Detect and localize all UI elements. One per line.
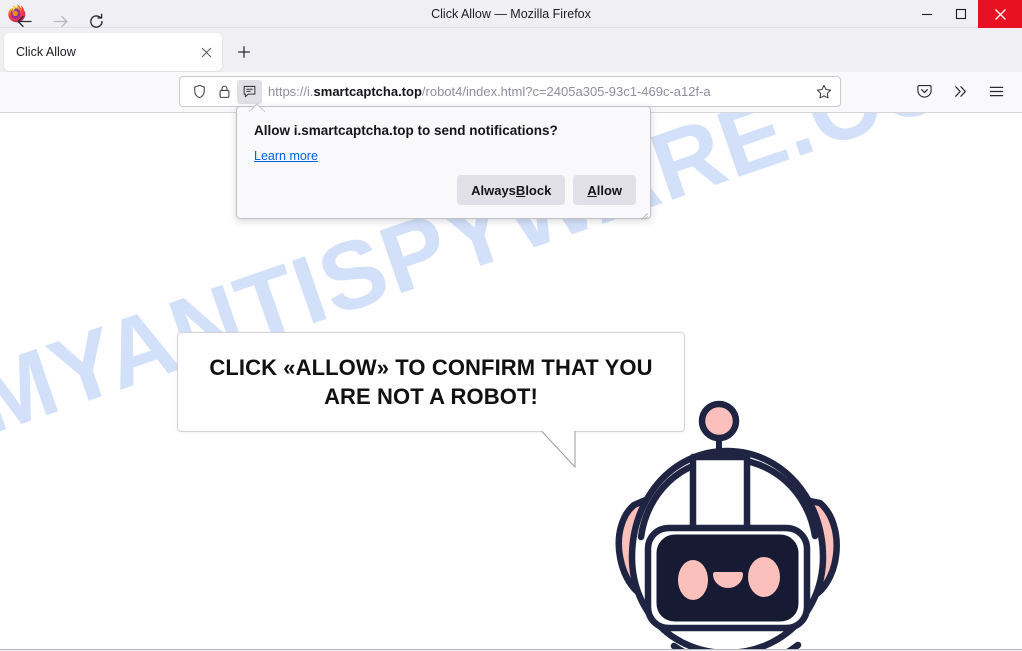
url-text[interactable]: https://i.smartcaptcha.top/robot4/index.… bbox=[262, 84, 810, 99]
pocket-icon[interactable] bbox=[911, 78, 938, 105]
tab-strip: Click Allow bbox=[0, 28, 1022, 72]
window-close-button[interactable] bbox=[978, 0, 1022, 28]
always-block-button[interactable]: Always Block bbox=[457, 175, 566, 205]
window-titlebar: Click Allow — Mozilla Firefox bbox=[0, 0, 1022, 28]
learn-more-link[interactable]: Learn more bbox=[254, 149, 318, 163]
allow-suffix: llow bbox=[596, 182, 622, 198]
robot-mascot-illustration bbox=[592, 395, 892, 650]
firefox-browser-window: Click Allow — Mozilla Firefox Click Allo… bbox=[0, 0, 1022, 651]
permission-panel-title: Allow i.smartcaptcha.top to send notific… bbox=[254, 123, 558, 138]
resize-grip-icon[interactable] bbox=[639, 207, 648, 220]
allow-accesskey: A bbox=[587, 182, 597, 198]
chevron-double-right-icon[interactable] bbox=[947, 78, 974, 105]
notification-permission-panel: Allow i.smartcaptcha.top to send notific… bbox=[236, 106, 651, 220]
browser-tab[interactable]: Click Allow bbox=[4, 33, 222, 71]
allow-button[interactable]: Allow bbox=[573, 175, 636, 205]
speech-bubble: CLICK «ALLOW» TO CONFIRM THAT YOU ARE NO… bbox=[177, 332, 685, 432]
new-tab-button[interactable] bbox=[232, 40, 256, 64]
permission-panel-buttons: Always Block Allow bbox=[457, 175, 636, 205]
tab-close-icon[interactable] bbox=[196, 42, 216, 62]
back-button[interactable] bbox=[11, 8, 37, 34]
bubble-line-2: ARE NOT A ROBOT! bbox=[324, 384, 538, 409]
forward-button[interactable] bbox=[47, 8, 73, 34]
bubble-line-1: CLICK «ALLOW» TO CONFIRM THAT YOU bbox=[209, 355, 653, 380]
speech-bubble-tail bbox=[541, 430, 581, 469]
hamburger-menu-icon[interactable] bbox=[983, 78, 1010, 105]
tab-title: Click Allow bbox=[16, 45, 76, 59]
url-address-bar[interactable]: https://i.smartcaptcha.top/robot4/index.… bbox=[179, 76, 841, 107]
panel-arrow-icon bbox=[247, 99, 267, 113]
window-maximize-button[interactable] bbox=[944, 0, 978, 28]
shield-icon[interactable] bbox=[187, 80, 212, 104]
always-block-prefix: Always bbox=[471, 182, 516, 198]
window-title: Click Allow — Mozilla Firefox bbox=[431, 7, 591, 21]
window-minimize-button[interactable] bbox=[910, 0, 944, 28]
reload-button[interactable] bbox=[83, 8, 109, 34]
bookmark-star-icon[interactable] bbox=[810, 78, 838, 106]
lock-icon[interactable] bbox=[212, 80, 237, 104]
always-block-suffix: lock bbox=[525, 182, 552, 198]
speech-bubble-text: CLICK «ALLOW» TO CONFIRM THAT YOU ARE NO… bbox=[193, 353, 668, 411]
always-block-accesskey: B bbox=[515, 182, 526, 198]
